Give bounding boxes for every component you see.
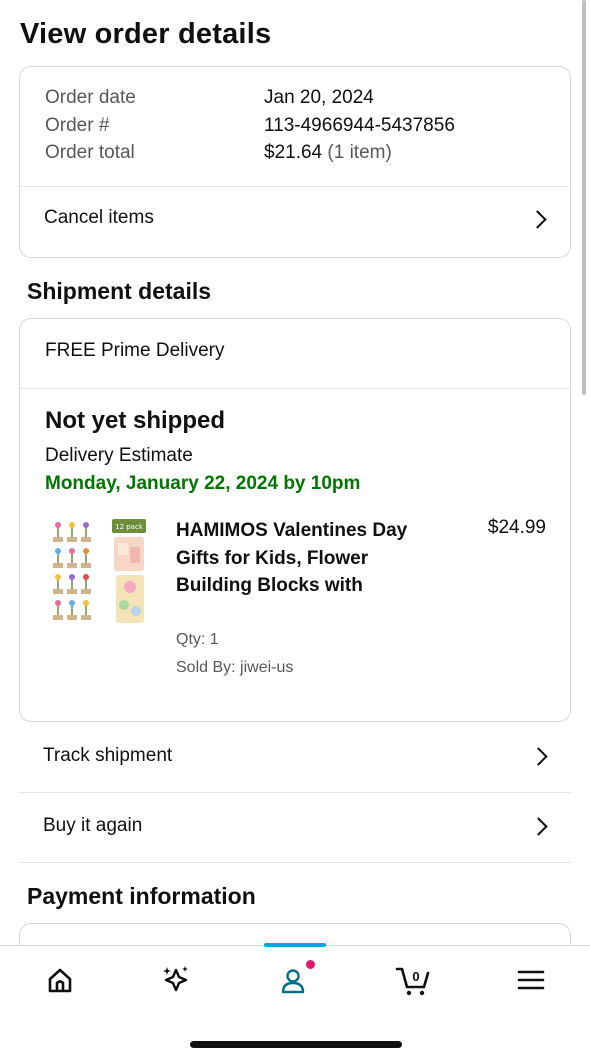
bottom-nav: 0 — [0, 943, 590, 1059]
chevron-right-icon — [529, 747, 548, 766]
product-image[interactable]: 12 pack — [50, 517, 150, 627]
track-shipment-row[interactable]: Track shipment — [19, 723, 571, 793]
home-icon — [48, 968, 72, 993]
menu-icon — [517, 970, 545, 990]
buy-it-again-label: Buy it again — [43, 815, 143, 836]
order-summary-card: Order date Jan 20, 2024 Order # 113-4966… — [19, 66, 571, 258]
cancel-items-row[interactable]: Cancel items — [20, 187, 570, 257]
cart-icon: 0 — [395, 967, 430, 996]
delivery-type: FREE Prime Delivery — [45, 340, 225, 361]
home-indicator — [190, 1041, 402, 1048]
order-number-value: 113-4966944-5437856 — [264, 115, 455, 136]
divider — [20, 388, 570, 389]
product-qty: Qty: 1 — [176, 631, 219, 648]
shipment-section-title: Shipment details — [27, 278, 212, 304]
shipment-status: Not yet shipped — [45, 407, 226, 434]
cart-count: 0 — [412, 969, 419, 984]
buy-it-again-row[interactable]: Buy it again — [19, 793, 571, 863]
order-total-label: Order total — [45, 142, 135, 163]
nav-ai[interactable] — [146, 960, 206, 1000]
delivery-estimate-label: Delivery Estimate — [45, 445, 193, 466]
order-date-value: Jan 20, 2024 — [264, 87, 374, 108]
order-total-value: $21.64 (1 item) — [264, 142, 392, 164]
product-price: $24.99 — [487, 517, 546, 538]
payment-section-title: Payment information — [27, 883, 256, 909]
shipment-card: FREE Prime Delivery Not yet shipped Deli… — [19, 318, 571, 722]
ai-sparkle-icon — [163, 966, 188, 992]
notification-dot — [306, 960, 315, 969]
nav-account[interactable] — [264, 960, 324, 1000]
account-icon — [281, 969, 305, 994]
cancel-items-label: Cancel items — [44, 207, 154, 228]
nav-menu[interactable] — [501, 960, 561, 1000]
product-title-link[interactable]: HAMIMOS Valentines Day Gifts for Kids, F… — [176, 517, 426, 600]
active-tab-indicator — [264, 943, 326, 947]
track-shipment-label: Track shipment — [43, 745, 173, 766]
delivery-estimate-date: Monday, January 22, 2024 by 10pm — [45, 473, 361, 494]
order-date-label: Order date — [45, 87, 136, 108]
chevron-right-icon — [529, 817, 548, 836]
order-total-amount: $21.64 — [264, 142, 323, 163]
nav-home[interactable] — [30, 960, 90, 1000]
nav-cart[interactable]: 0 — [383, 960, 443, 1000]
order-number-label: Order # — [45, 115, 110, 136]
scrollbar[interactable] — [582, 0, 586, 395]
order-item-count: (1 item) — [327, 142, 392, 163]
chevron-right-icon — [528, 210, 547, 229]
product-seller: Sold By: jiwei-us — [176, 659, 294, 676]
product-image-tag: 12 pack — [115, 523, 144, 531]
page-title: View order details — [20, 18, 272, 50]
